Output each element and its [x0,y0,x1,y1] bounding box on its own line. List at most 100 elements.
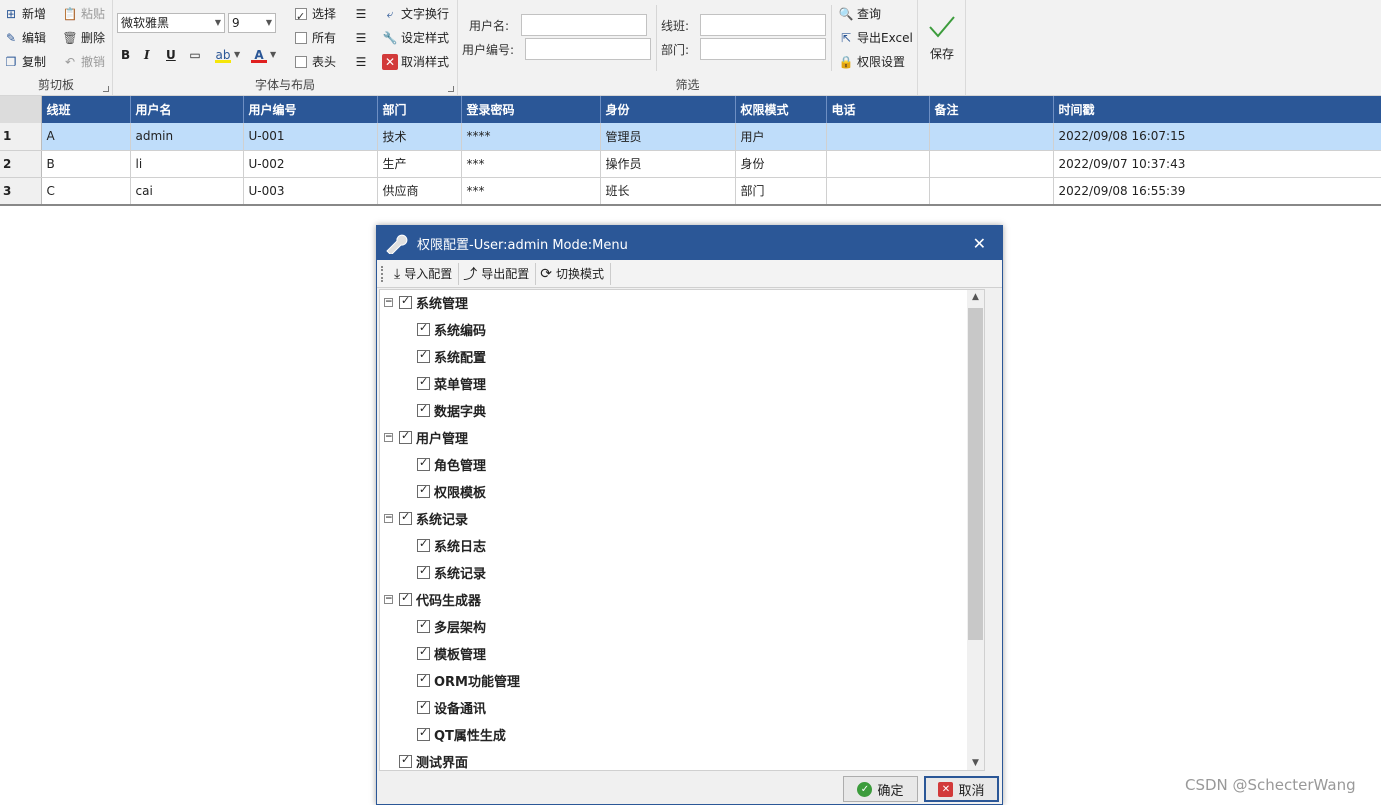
copy-button[interactable]: ❐ 复制 [3,51,46,73]
column-header[interactable]: 用户编号 [243,96,378,123]
underline-button[interactable]: U [166,44,176,66]
save-button[interactable]: 保存 [922,14,962,62]
tree-node-leaf[interactable]: QT属性生成 [417,724,506,744]
tree-node-leaf[interactable]: 系统配置 [417,346,486,366]
checkbox-checked-icon[interactable] [417,618,430,633]
checkbox-checked-icon[interactable] [417,456,430,471]
checkbox-checked-icon[interactable] [417,645,430,660]
table-cell[interactable] [929,150,1054,178]
table-cell[interactable]: 操作员 [600,150,736,178]
table-row[interactable]: 1 A admin U-001 技术 **** 管理员 用户 2022/09/0… [0,123,1381,151]
set-style-button[interactable]: 🔧 设定样式 [382,27,450,49]
table-cell[interactable]: 供应商 [377,177,462,205]
ok-button[interactable]: ✓ 确定 [843,776,918,802]
table-cell[interactable]: li [130,150,244,178]
scroll-down-icon[interactable]: ▼ [967,758,984,768]
scroll-up-icon[interactable]: ▲ [967,292,984,302]
cancel-style-button[interactable]: ✕ 取消样式 [382,51,449,73]
table-cell[interactable]: 2022/09/08 16:07:15 [1053,123,1381,151]
switch-mode-button[interactable]: ⟳ 切换模式 [536,262,611,285]
edit-button[interactable]: ✎ 编辑 [3,27,46,49]
checkbox-checked-icon[interactable] [399,591,412,606]
table-row[interactable]: 2 B li U-002 生产 *** 操作员 身份 2022/09/07 10… [0,150,1381,178]
dialog-titlebar[interactable]: 权限配置-User:admin Mode:Menu ✕ [377,226,1002,260]
table-cell[interactable]: 2022/09/07 10:37:43 [1053,150,1381,178]
tree-node-group[interactable]: 测试界面 [384,751,468,770]
table-cell[interactable] [826,150,930,178]
table-cell[interactable]: 生产 [377,150,462,178]
undo-button[interactable]: ↶ 撤销 [62,51,105,73]
table-cell[interactable]: U-001 [243,123,378,151]
column-header[interactable]: 权限模式 [735,96,827,123]
checkbox-checked-icon[interactable] [417,375,430,390]
dept-input[interactable] [700,38,826,60]
checkbox-checked-icon[interactable] [399,753,412,768]
close-icon[interactable]: ✕ [973,234,986,253]
collapse-icon[interactable]: − [384,594,393,604]
table-cell[interactable]: 部门 [735,177,827,205]
wrap-text-button[interactable]: ⤶ 文字换行 [382,3,449,25]
username-input[interactable] [521,14,647,36]
checkbox-checked-icon[interactable] [417,699,430,714]
checkbox-checked-icon[interactable] [417,402,430,417]
border-button[interactable]: ▭ [187,44,206,66]
font-family-select[interactable]: 微软雅黑 ▼ [117,13,225,33]
tree-node-leaf[interactable]: 角色管理 [417,454,486,474]
column-header[interactable]: 部门 [377,96,462,123]
table-cell[interactable]: 技术 [377,123,462,151]
table-cell[interactable]: 2022/09/08 16:55:39 [1053,177,1381,205]
checkbox-checked-icon[interactable] [417,321,430,336]
table-cell[interactable]: admin [130,123,244,151]
table-cell[interactable]: 身份 [735,150,827,178]
table-cell[interactable]: 管理员 [600,123,736,151]
scroll-thumb[interactable] [968,308,983,640]
header-checkbox[interactable]: 表头 [295,51,336,73]
tree-node-group[interactable]: − 用户管理 [384,427,468,447]
new-button[interactable]: ⊞ 新增 [3,3,46,25]
tree-node-group[interactable]: − 代码生成器 [384,589,481,609]
tree-node-leaf[interactable]: 系统编码 [417,319,486,339]
column-header[interactable]: 登录密码 [461,96,601,123]
checkbox-checked-icon[interactable] [417,672,430,687]
row-index[interactable]: 1 [0,123,42,151]
highlight-color-button[interactable]: ab ▼ [215,44,240,66]
font-color-button[interactable]: A ▼ [251,44,276,66]
table-cell[interactable]: C [41,177,131,205]
table-row[interactable]: 3 C cai U-003 供应商 *** 班长 部门 2022/09/08 1… [0,177,1381,205]
table-cell[interactable]: 用户 [735,123,827,151]
export-config-button[interactable]: ⤴ 导出配置 [459,262,537,285]
tree-scrollbar[interactable]: ▲ ▼ [967,290,984,770]
collapse-icon[interactable]: − [384,297,393,307]
tree-node-group[interactable]: − 系统管理 [384,292,468,312]
tree-node-group[interactable]: − 系统记录 [384,508,468,528]
tree-node-leaf[interactable]: ORM功能管理 [417,670,520,690]
line-input[interactable] [700,14,826,36]
column-header[interactable]: 用户名 [130,96,244,123]
table-cell[interactable]: *** [461,150,601,178]
tree-node-leaf[interactable]: 多层架构 [417,616,486,636]
table-cell[interactable]: A [41,123,131,151]
checkbox-checked-icon[interactable] [399,510,412,525]
permission-settings-button[interactable]: 🔒 权限设置 [838,51,906,73]
table-cell[interactable]: 班长 [600,177,736,205]
checkbox-checked-icon[interactable] [417,537,430,552]
collapse-icon[interactable]: − [384,432,393,442]
align-left-button[interactable]: ☰ [353,3,372,25]
tree-node-leaf[interactable]: 权限模板 [417,481,486,501]
export-excel-button[interactable]: ⇱ 导出Excel [838,27,913,49]
table-cell[interactable]: U-002 [243,150,378,178]
italic-button[interactable]: I [144,44,150,66]
checkbox-checked-icon[interactable] [417,348,430,363]
bold-button[interactable]: B [121,44,130,66]
tree-node-leaf[interactable]: 设备通讯 [417,697,486,717]
checkbox-checked-icon[interactable] [417,726,430,741]
table-cell[interactable] [929,123,1054,151]
paste-button[interactable]: 📋 粘贴 [62,3,106,25]
checkbox-checked-icon[interactable] [399,294,412,309]
userno-input[interactable] [525,38,651,60]
all-checkbox[interactable]: 所有 [295,27,336,49]
table-cell[interactable] [929,177,1054,205]
table-cell[interactable]: U-003 [243,177,378,205]
column-header[interactable]: 线班 [41,96,131,123]
collapse-icon[interactable]: − [384,513,393,523]
